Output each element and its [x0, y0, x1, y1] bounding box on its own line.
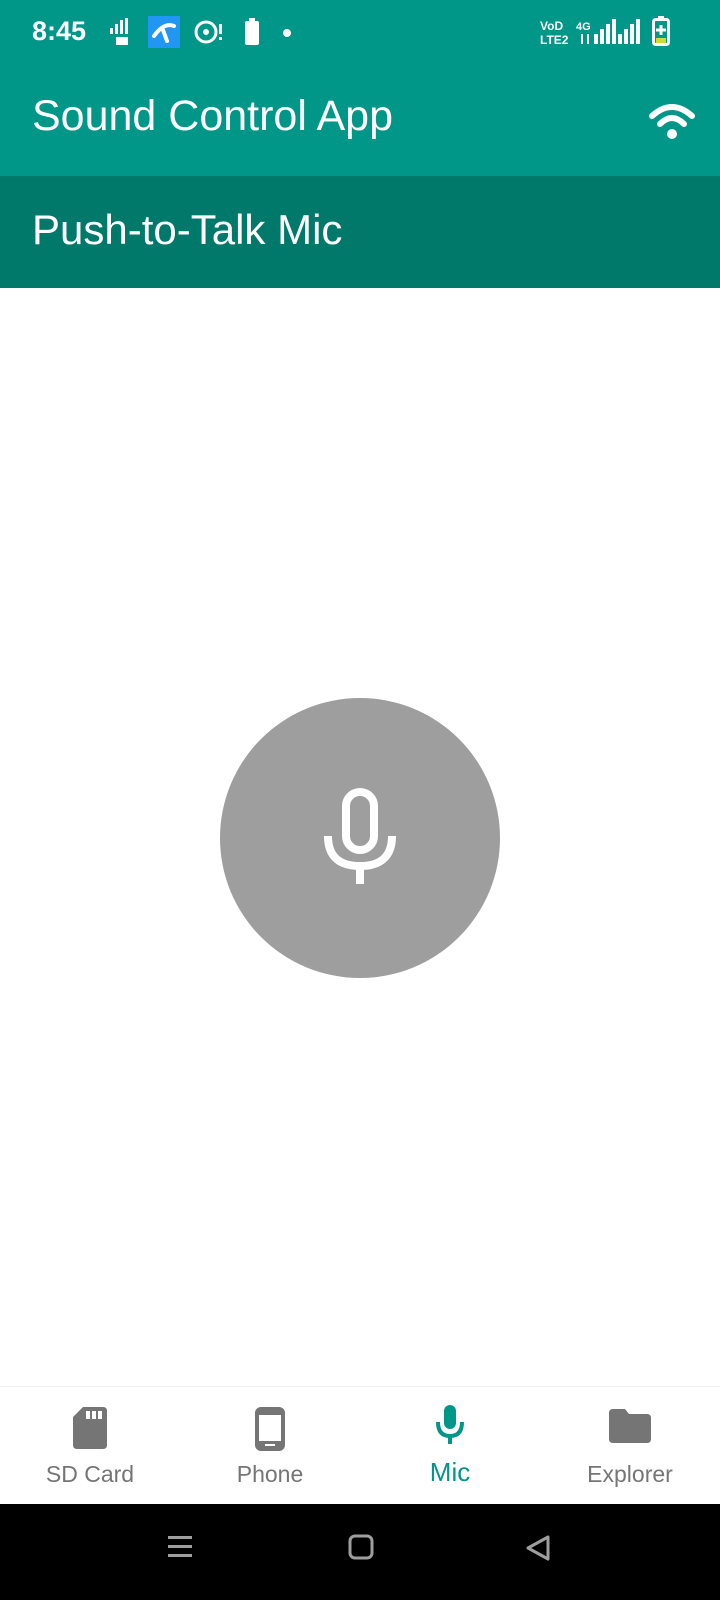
sync-alert-icon	[194, 20, 222, 44]
volte-icon: VoD LTE2	[540, 19, 569, 46]
status-time: 8:45	[32, 16, 87, 46]
dot-icon	[283, 29, 291, 37]
telenor-app-icon	[148, 16, 180, 48]
bottom-navigation: SD Card Phone Mic Explorer	[0, 1386, 720, 1505]
nav-label-sd-card: SD Card	[45, 1461, 135, 1487]
signal-bars-icon	[594, 19, 640, 44]
microphone-icon	[324, 788, 396, 884]
nav-item-sd-card[interactable]: SD Card	[0, 1387, 180, 1505]
app-bar: Sound Control App	[0, 66, 720, 176]
microphone-icon	[436, 1405, 464, 1444]
battery-charging-icon	[652, 16, 670, 46]
battery-small-icon	[245, 18, 259, 45]
section-title: Push-to-Talk Mic	[32, 206, 343, 253]
4g-signal-icon: 4G	[576, 21, 591, 44]
nav-item-explorer[interactable]: Explorer	[540, 1387, 720, 1505]
nav-label-explorer: Explorer	[587, 1461, 673, 1487]
app-title: Sound Control App	[32, 92, 393, 140]
wifi-icon	[649, 104, 695, 139]
menu-icon[interactable]	[166, 1534, 194, 1560]
nav-label-mic: Mic	[429, 1457, 471, 1487]
back-icon[interactable]	[524, 1534, 552, 1562]
sim-data-icon	[110, 18, 128, 45]
sd-card-icon	[73, 1407, 107, 1449]
home-icon[interactable]	[348, 1534, 374, 1560]
nav-item-phone[interactable]: Phone	[180, 1387, 360, 1505]
folder-icon	[609, 1409, 651, 1443]
nav-item-mic[interactable]: Mic	[360, 1387, 540, 1505]
section-header: Push-to-Talk Mic	[0, 176, 720, 288]
status-bar: 8:45 VoD LTE2 4G	[0, 0, 720, 66]
wifi-button[interactable]	[648, 102, 696, 142]
nav-label-phone: Phone	[236, 1461, 304, 1487]
svg-text:4G: 4G	[576, 21, 591, 33]
svg-text:LTE2: LTE2	[540, 33, 569, 46]
push-to-talk-button[interactable]	[220, 698, 500, 978]
svg-text:VoD: VoD	[540, 19, 563, 33]
system-navigation-bar	[0, 1504, 720, 1600]
phone-icon	[255, 1407, 285, 1451]
